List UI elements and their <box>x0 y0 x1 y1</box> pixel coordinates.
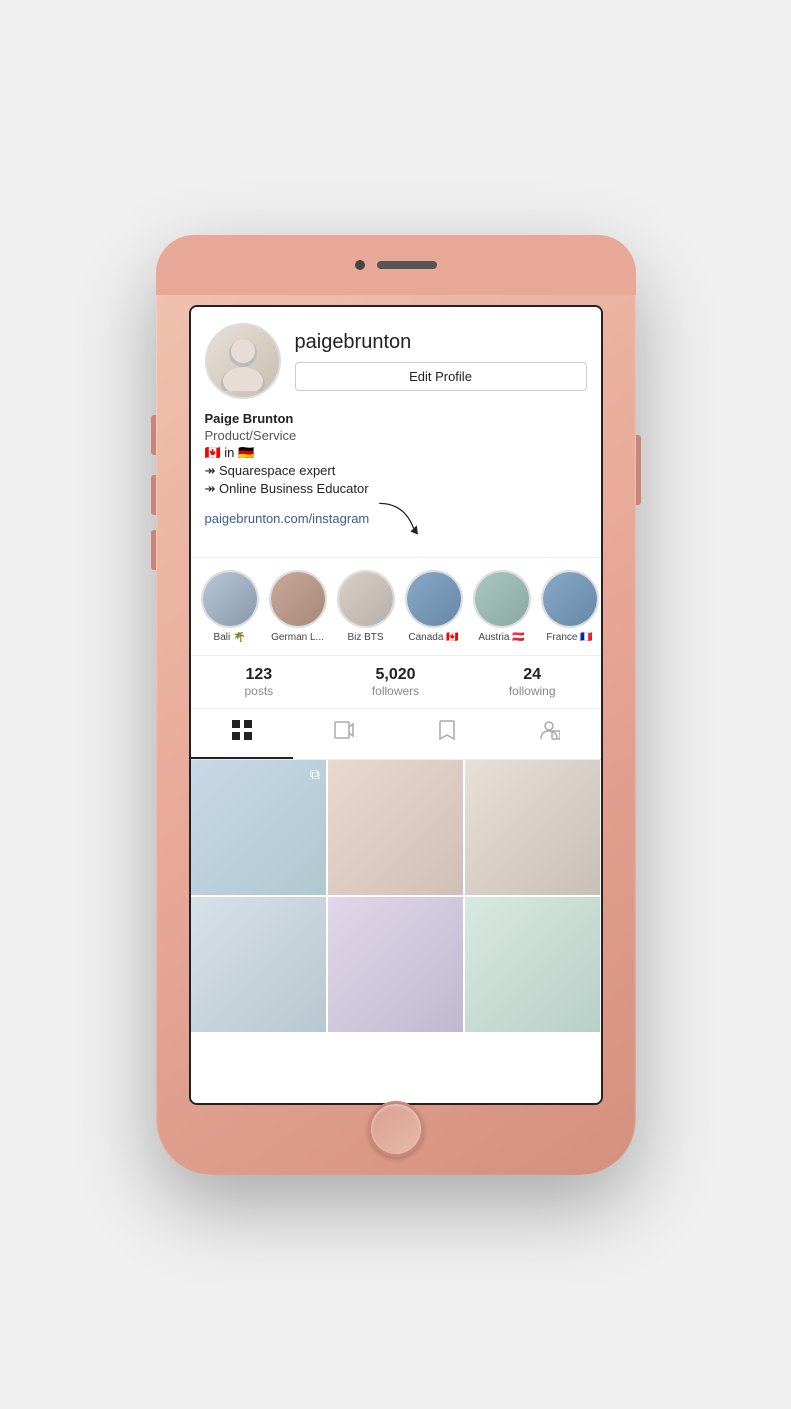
tab-tagged[interactable] <box>498 709 601 759</box>
speaker-bar <box>377 261 437 269</box>
grid-photo-6[interactable] <box>465 897 600 1032</box>
stat-followers[interactable]: 5,020 followers <box>327 666 464 698</box>
bio-category: Product/Service <box>205 428 587 443</box>
photo-grid: ⧉ <box>191 760 601 1033</box>
profile-top-row: paigebrunton Edit Profile <box>205 323 587 399</box>
stat-posts: 123 posts <box>191 666 328 698</box>
instagram-screen: paigebrunton Edit Profile Paige Brunton … <box>191 307 601 1103</box>
followers-count: 5,020 <box>375 666 415 684</box>
arrow-annotation <box>373 499 423 539</box>
bio-link[interactable]: paigebrunton.com/instagram <box>205 511 370 526</box>
stat-following[interactable]: 24 following <box>464 666 601 698</box>
bio-line-1: ↠ Squarespace expert <box>205 463 587 479</box>
grid-photo-5[interactable] <box>328 897 463 1032</box>
following-count: 24 <box>523 666 541 684</box>
grid-photo-3[interactable] <box>465 760 600 895</box>
phone-screen: paigebrunton Edit Profile Paige Brunton … <box>189 305 603 1105</box>
home-button[interactable] <box>368 1101 424 1157</box>
story-item[interactable]: German L... <box>269 570 327 643</box>
phone-top-bar <box>156 235 636 295</box>
story-item[interactable]: Biz BTS <box>337 570 395 643</box>
phone-shell: paigebrunton Edit Profile Paige Brunton … <box>156 235 636 1175</box>
story-label: Austria 🇦🇹 <box>478 632 524 643</box>
volume-down-button <box>151 530 156 570</box>
camera-dot <box>355 260 365 270</box>
video-icon <box>333 719 355 747</box>
person-tag-icon <box>538 719 560 747</box>
story-item[interactable]: Canada 🇨🇦 <box>405 570 463 643</box>
followers-label: followers <box>372 684 419 698</box>
posts-label: posts <box>244 684 273 698</box>
grid-photo-2[interactable] <box>328 760 463 895</box>
story-label: Biz BTS <box>347 632 383 643</box>
grid-photo-1[interactable]: ⧉ <box>191 760 326 895</box>
username: paigebrunton <box>295 331 587 354</box>
story-item[interactable]: France 🇫🇷 <box>541 570 599 643</box>
story-item[interactable]: Bali 🌴 <box>201 570 259 643</box>
bio-location: 🇨🇦 in 🇩🇪 <box>205 445 587 461</box>
story-label: Canada 🇨🇦 <box>408 632 458 643</box>
bio-name: Paige Brunton <box>205 411 587 426</box>
avatar <box>205 323 281 399</box>
profile-name-area: paigebrunton Edit Profile <box>295 331 587 391</box>
story-label: Bali 🌴 <box>214 632 246 643</box>
following-label: following <box>509 684 556 698</box>
tab-grid[interactable] <box>191 709 294 759</box>
story-label: German L... <box>271 632 324 643</box>
tab-bar <box>191 709 601 760</box>
story-label: France 🇫🇷 <box>546 632 592 643</box>
posts-count: 123 <box>245 666 272 684</box>
tab-saved[interactable] <box>396 709 499 759</box>
grid-photo-4[interactable] <box>191 897 326 1032</box>
bio-line-2: ↠ Online Business Educator <box>205 481 587 497</box>
grid-icon <box>231 719 253 747</box>
volume-up-button <box>151 475 156 515</box>
edit-profile-button[interactable]: Edit Profile <box>295 362 587 391</box>
profile-header: paigebrunton Edit Profile Paige Brunton … <box>191 307 601 558</box>
bookmark-icon <box>436 719 458 747</box>
multi-image-icon: ⧉ <box>310 766 320 783</box>
stats-row: 123 posts 5,020 followers 24 following <box>191 656 601 709</box>
story-item[interactable]: Austria 🇦🇹 <box>473 570 531 643</box>
tab-video[interactable] <box>293 709 396 759</box>
stories-row: Bali 🌴 German L... Biz BTS Canada 🇨🇦 Aus… <box>191 558 601 656</box>
bio-section: Paige Brunton Product/Service 🇨🇦 in 🇩🇪 ↠… <box>205 411 587 547</box>
